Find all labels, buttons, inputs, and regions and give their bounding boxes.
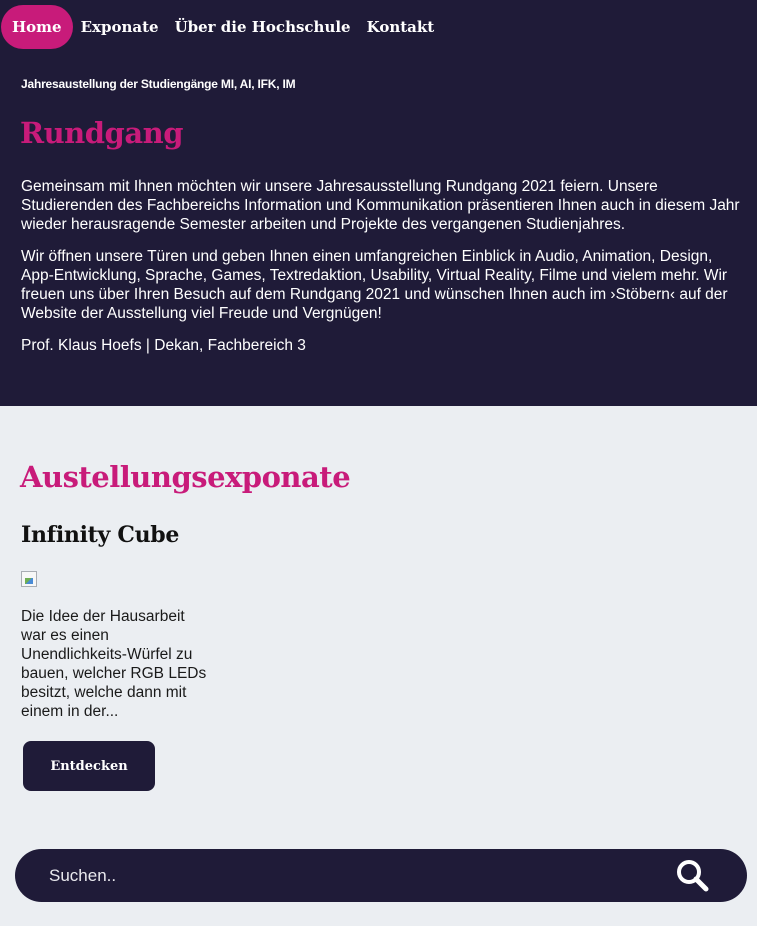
search-bar: [15, 849, 747, 902]
page-title: Rundgang: [20, 116, 183, 150]
intro-text: Gemeinsam mit Ihnen möchten wir unsere J…: [21, 177, 746, 368]
hero-eyebrow: Jahresaustellung der Studiengänge MI, AI…: [21, 77, 296, 91]
hero-section: Home Exponate Über die Hochschule Kontak…: [0, 0, 757, 406]
intro-paragraph: Wir öffnen unsere Türen und geben Ihnen …: [21, 248, 728, 322]
nav-item-exponate[interactable]: Exponate: [81, 5, 159, 49]
nav-item-home[interactable]: Home: [1, 5, 73, 49]
card-description: Die Idee der Hausarbeit war es einen Une…: [21, 608, 207, 720]
search-input[interactable]: [49, 865, 649, 886]
card-title: Infinity Cube: [21, 522, 180, 548]
main-nav: Home Exponate Über die Hochschule Kontak…: [0, 5, 450, 49]
section-title: Austellungsexponate: [20, 460, 351, 494]
intro-signature: Prof. Klaus Hoefs | Dekan, Fachbereich 3: [21, 337, 306, 354]
nav-item-kontakt[interactable]: Kontakt: [367, 5, 435, 49]
broken-image-icon: [21, 571, 37, 587]
search-icon[interactable]: [675, 858, 711, 894]
discover-button[interactable]: Entdecken: [23, 741, 155, 791]
nav-item-hochschule[interactable]: Über die Hochschule: [175, 5, 351, 49]
intro-paragraph: Gemeinsam mit Ihnen möchten wir unsere J…: [21, 178, 740, 233]
